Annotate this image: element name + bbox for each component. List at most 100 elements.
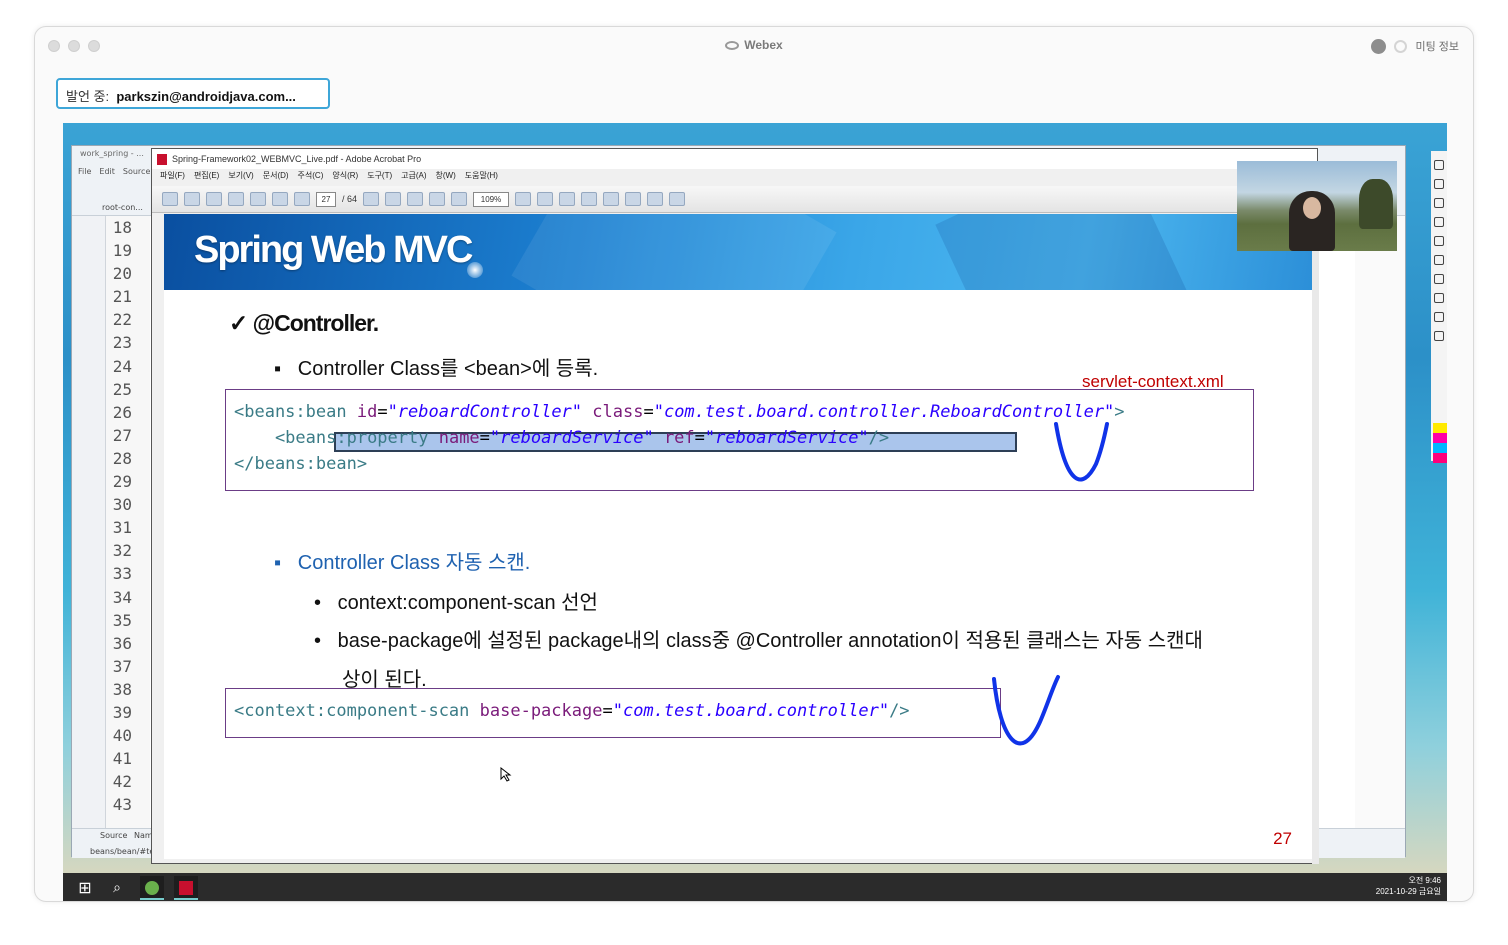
menu-edit[interactable]: 편집(E): [194, 170, 219, 181]
highlighter-icon[interactable]: [1434, 255, 1444, 265]
menu-tools[interactable]: 도구(T): [367, 170, 392, 181]
windows-taskbar: ⊞ ⌕ 오전 9:46 2021-10-29 금요일: [63, 873, 1447, 901]
sign-icon[interactable]: [559, 192, 576, 206]
line-number: 25: [112, 379, 132, 399]
acrobat-window: Spring-Framework02_WEBMVC_Live.pdf - Ado…: [151, 148, 1319, 864]
next-page-icon[interactable]: [294, 192, 310, 206]
code-line-1: <beans:bean id="reboardController" class…: [234, 402, 1125, 422]
eraser-icon[interactable]: [1434, 274, 1444, 284]
trash-icon[interactable]: [1434, 293, 1444, 303]
print-icon[interactable]: [184, 192, 200, 206]
line-number: 21: [112, 287, 132, 307]
line-tool-icon[interactable]: [1434, 236, 1444, 246]
bullet-1: ▪ Controller Class를 <bean>에 등록.: [274, 358, 599, 380]
save-icon[interactable]: [206, 192, 222, 206]
form-icon[interactable]: [647, 192, 664, 206]
acrobat-menu: 파일(F) 편집(E) 보기(V) 문서(D) 주석(C) 양식(R) 도구(T…: [160, 170, 498, 181]
code-line-scan: <context:component-scan base-package="co…: [234, 701, 910, 721]
mouse-cursor-icon: [500, 767, 512, 782]
print-annotation-icon[interactable]: [1434, 331, 1444, 341]
ok-icon[interactable]: [537, 192, 554, 206]
window-title: Webex: [35, 38, 1473, 52]
acrobat-title: Spring-Framework02_WEBMVC_Live.pdf - Ado…: [172, 154, 422, 164]
line-number: 38: [112, 679, 132, 699]
participant-video[interactable]: [1237, 161, 1397, 251]
hand-icon[interactable]: [385, 192, 402, 206]
menu-forms[interactable]: 양식(R): [332, 170, 358, 181]
search-icon[interactable]: ⌕: [105, 876, 129, 900]
sparkle-icon: [467, 262, 483, 278]
eclipse-taskbar-icon[interactable]: [140, 876, 164, 900]
line-number: 39: [112, 702, 132, 722]
line-number: 41: [112, 749, 132, 769]
ide-right-panel: [1355, 216, 1405, 828]
line-number: 43: [112, 795, 132, 815]
line-number: 31: [112, 518, 132, 538]
fields-icon[interactable]: [625, 192, 642, 206]
line-number: 32: [112, 541, 132, 561]
meeting-info-button[interactable]: 미팅 정보: [1415, 38, 1459, 54]
pointer-icon[interactable]: [515, 192, 532, 206]
info-icon: [1394, 39, 1408, 53]
taskbar-clock[interactable]: 오전 9:46 2021-10-29 금요일: [1376, 875, 1441, 897]
line-number: 24: [112, 356, 132, 376]
pdf-scrollbar[interactable]: [1312, 214, 1319, 864]
pen-tool-icon[interactable]: [1434, 217, 1444, 227]
acrobat-taskbar-icon[interactable]: [174, 876, 198, 900]
line-number: 36: [112, 633, 132, 653]
attach-icon[interactable]: [603, 192, 620, 206]
code-line-3: </beans:bean>: [234, 454, 368, 474]
line-number: 40: [112, 726, 132, 746]
ide-menu: File Edit Source: [78, 167, 150, 176]
line-number: 42: [112, 772, 132, 792]
open-icon[interactable]: [162, 192, 178, 206]
select-icon[interactable]: [363, 192, 380, 206]
page-number: 27: [1273, 829, 1292, 848]
menu-help[interactable]: 도움말(H): [465, 170, 498, 181]
menu-document[interactable]: 문서(D): [263, 170, 289, 181]
shared-screen: work_spring - ... File Edit Source root-…: [63, 123, 1447, 901]
line-number-ruler: 18 19 20 21 22 23 24 25 26 27 28 29 30 31 32 33 34 35 36 37…: [106, 216, 150, 828]
line-number: 37: [112, 656, 132, 676]
ide-menu-source[interactable]: Source: [123, 167, 150, 176]
line-number: 27: [112, 425, 132, 445]
zoom-tool-icon[interactable]: [407, 192, 424, 206]
zoom-out-icon[interactable]: [429, 192, 446, 206]
signal-icon[interactable]: [1371, 38, 1387, 54]
email-icon[interactable]: [228, 192, 244, 206]
pointer-tool-icon[interactable]: [1434, 160, 1444, 170]
page-input[interactable]: 27: [316, 191, 336, 207]
eye-icon[interactable]: [1434, 179, 1444, 189]
code-block-scan: <context:component-scan base-package="co…: [225, 688, 1001, 738]
line-number: 33: [112, 564, 132, 584]
crop-icon[interactable]: [581, 192, 598, 206]
color-palette[interactable]: [1433, 423, 1447, 463]
collaborate-icon[interactable]: [250, 192, 266, 206]
sub-bullet-2: • base-package에 설정된 package내의 class중 @Co…: [314, 630, 1203, 652]
prev-page-icon[interactable]: [272, 192, 288, 206]
ide-left-toolbar: [72, 216, 106, 828]
menu-comments[interactable]: 주석(C): [298, 170, 324, 181]
slide-title: Spring Web MVC: [194, 229, 473, 271]
zoom-in-icon[interactable]: [451, 192, 468, 206]
title-bar: Webex 미팅 정보: [35, 27, 1473, 65]
line-number: 35: [112, 610, 132, 630]
check-annotation-1: [1054, 422, 1109, 482]
ide-menu-edit[interactable]: Edit: [99, 167, 115, 176]
zoom-select[interactable]: 109%: [473, 191, 510, 207]
source-tab[interactable]: Source: [100, 831, 127, 840]
edit-text-icon[interactable]: [669, 192, 686, 206]
arrow-tool-icon[interactable]: [1434, 198, 1444, 208]
save-annotation-icon[interactable]: [1434, 312, 1444, 322]
ide-editor-tab[interactable]: root-con...: [102, 203, 143, 212]
line-number: 18: [112, 218, 132, 237]
annotation-toolbar: [1431, 151, 1447, 461]
slide-banner: Spring Web MVC: [164, 214, 1312, 290]
line-number: 28: [112, 448, 132, 468]
menu-advanced[interactable]: 고급(A): [401, 170, 426, 181]
ide-menu-file[interactable]: File: [78, 167, 91, 176]
menu-window[interactable]: 창(W): [436, 170, 456, 181]
menu-file[interactable]: 파일(F): [160, 170, 185, 181]
menu-view[interactable]: 보기(V): [228, 170, 253, 181]
windows-start-icon[interactable]: ⊞: [73, 876, 97, 900]
